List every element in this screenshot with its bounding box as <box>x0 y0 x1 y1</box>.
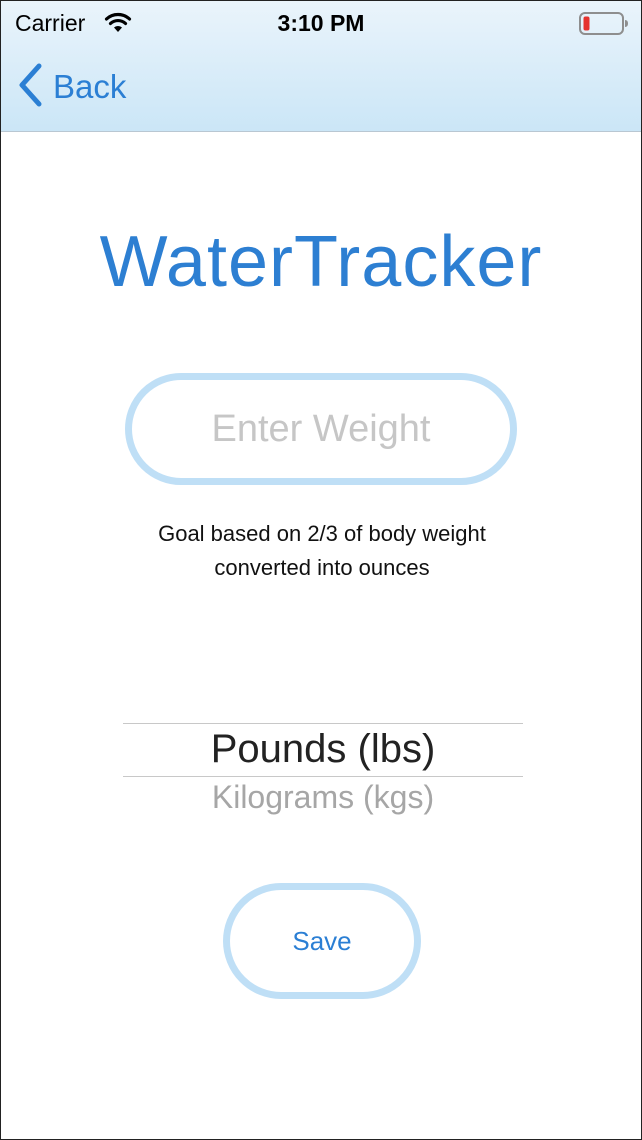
picker-top-divider <box>123 723 523 724</box>
picker-bottom-divider <box>123 776 523 777</box>
navigation-bar: Carrier 3:10 PM Back <box>1 1 641 132</box>
clock-label: 3:10 PM <box>277 10 365 36</box>
save-button[interactable]: Save <box>223 883 421 999</box>
back-button[interactable]: Back <box>17 63 126 111</box>
chevron-left-icon <box>17 63 43 112</box>
save-button-label: Save <box>292 925 352 956</box>
battery-low-icon <box>579 12 629 41</box>
goal-note-line-2: converted into ounces <box>214 555 430 580</box>
picker-option-kilograms[interactable]: Kilograms (kgs) <box>123 779 523 816</box>
status-bar: Carrier 3:10 PM <box>1 1 641 45</box>
goal-note: Goal based on 2/3 of body weight convert… <box>1 517 641 585</box>
goal-note-line-1: Goal based on 2/3 of body weight <box>158 521 486 546</box>
app-title: WaterTracker <box>99 222 543 302</box>
picker-option-pounds[interactable]: Pounds (lbs) <box>123 727 523 772</box>
back-label: Back <box>53 68 127 105</box>
screen: Carrier 3:10 PM Back WaterTracker Enter … <box>0 0 642 1140</box>
unit-picker[interactable]: Pounds (lbs) Kilograms (kgs) <box>123 723 523 823</box>
weight-field[interactable] <box>125 373 517 485</box>
weight-input[interactable] <box>148 406 494 452</box>
